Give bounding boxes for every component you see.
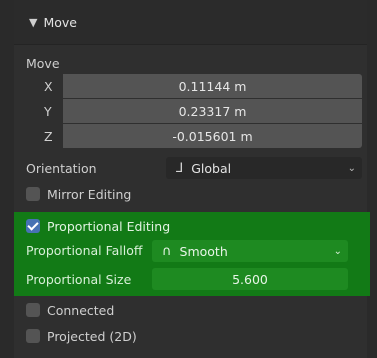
- collapse-arrow-icon[interactable]: ▼: [29, 16, 37, 29]
- move-section-label: Move: [26, 56, 60, 71]
- proportional-falloff-label: Proportional Falloff: [26, 243, 143, 258]
- axis-y-label: Y: [44, 103, 52, 119]
- move-z-field[interactable]: Z -0.015601 m: [34, 124, 362, 148]
- move-z-value[interactable]: -0.015601 m: [63, 129, 362, 144]
- connected-label: Connected: [47, 302, 115, 318]
- global-axes-icon: ⅃: [176, 160, 184, 176]
- axis-x-label: X: [44, 78, 53, 94]
- orientation-dropdown[interactable]: ⅃ Global ⌄: [166, 157, 362, 179]
- panel-header[interactable]: ▼ Move: [14, 0, 367, 45]
- orientation-value: Global: [191, 160, 232, 176]
- proportional-falloff-value: Smooth: [179, 243, 228, 259]
- chevron-down-icon: ⌄: [347, 162, 356, 174]
- axis-z-label: Z: [44, 128, 53, 144]
- projected-checkbox[interactable]: [26, 329, 40, 343]
- chevron-down-icon: ⌄: [333, 245, 342, 257]
- move-x-field[interactable]: X 0.11144 m: [34, 74, 362, 98]
- proportional-editing-label: Proportional Editing: [47, 218, 171, 234]
- mirror-editing-checkbox[interactable]: [26, 187, 40, 201]
- proportional-size-label: Proportional Size: [26, 272, 132, 287]
- orientation-label: Orientation: [26, 160, 97, 176]
- connected-row[interactable]: Connected: [26, 299, 114, 321]
- move-vector-field: X 0.11144 m Y 0.23317 m Z -0.015601 m: [34, 74, 362, 149]
- proportional-size-field[interactable]: 5.600: [152, 268, 348, 290]
- proportional-size-value[interactable]: 5.600: [232, 272, 268, 287]
- projected-row[interactable]: Projected (2D): [26, 325, 137, 347]
- mirror-editing-row[interactable]: Mirror Editing: [26, 183, 131, 205]
- panel-title: Move: [43, 14, 77, 30]
- proportional-editing-row[interactable]: Proportional Editing: [26, 215, 170, 237]
- orientation-row: Orientation ⅃ Global ⌄: [14, 155, 367, 181]
- smooth-falloff-icon: ∩: [162, 243, 172, 259]
- connected-checkbox[interactable]: [26, 303, 40, 317]
- projected-label: Projected (2D): [47, 328, 137, 344]
- move-x-value[interactable]: 0.11144 m: [63, 79, 362, 94]
- move-y-value[interactable]: 0.23317 m: [63, 104, 362, 119]
- mirror-editing-label: Mirror Editing: [47, 186, 132, 202]
- move-y-field[interactable]: Y 0.23317 m: [34, 99, 362, 123]
- proportional-editing-checkbox[interactable]: [26, 219, 40, 233]
- proportional-falloff-dropdown[interactable]: ∩ Smooth ⌄: [152, 240, 348, 262]
